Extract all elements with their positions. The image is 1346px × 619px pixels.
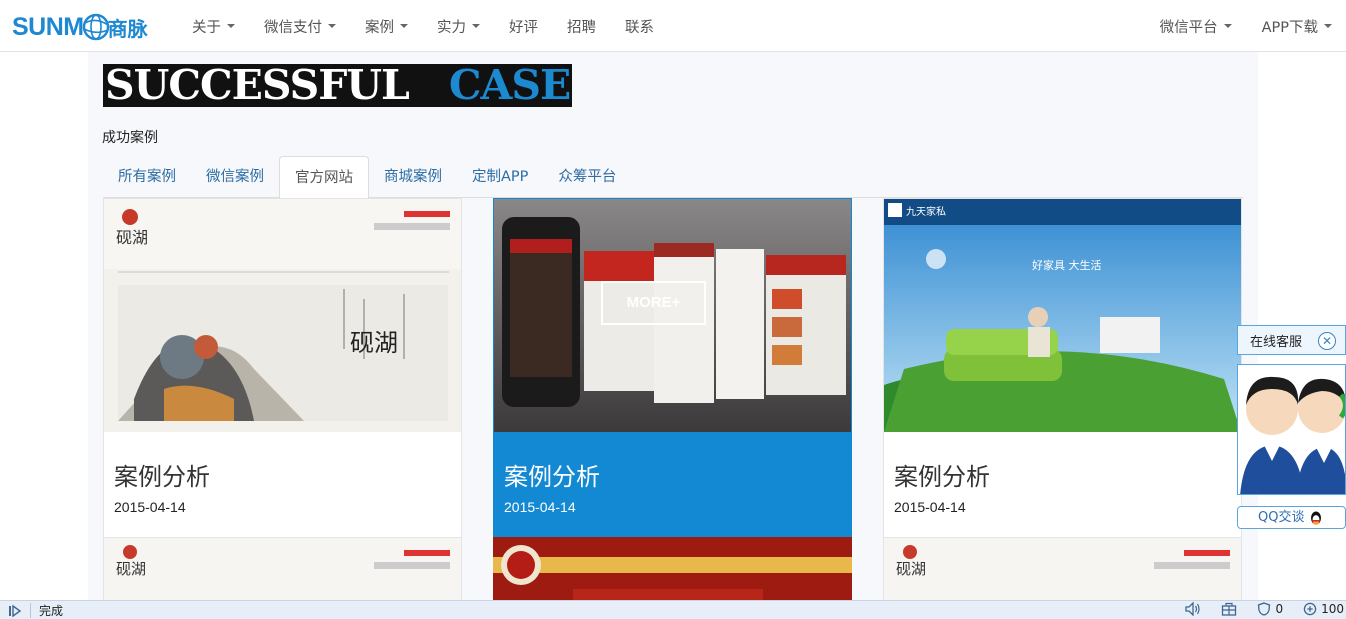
cases-section: SUCCESSFUL CASE 成功案例 所有案例 微信案例 官方网站 商城案例…	[88, 52, 1258, 607]
nav-item-label: APP下载	[1261, 19, 1318, 36]
caret-down-icon	[472, 24, 480, 28]
nav-item-label: 实力	[437, 19, 466, 36]
nav-item-reviews[interactable]: 好评	[509, 16, 538, 37]
close-icon[interactable]: ✕	[1318, 332, 1336, 350]
browser-status-bar: 完成 0 100	[0, 600, 1346, 619]
case-title[interactable]: 案例分析	[504, 457, 600, 492]
nav-item-cases[interactable]: 案例	[365, 16, 408, 37]
tab-mall-cases[interactable]: 商城案例	[369, 156, 457, 198]
caret-down-icon	[227, 24, 235, 28]
extension-icon[interactable]	[1221, 602, 1237, 616]
nav-item-wechat-pay[interactable]: 微信支付	[264, 16, 336, 37]
main-menu: 关于 微信支付 案例 实力 好评 招聘 联系	[192, 0, 683, 52]
nav-item-label: 联系	[625, 19, 654, 36]
adblock-counter[interactable]: 0	[1257, 602, 1283, 616]
zoom-control[interactable]: 100	[1303, 602, 1344, 616]
nav-item-strength[interactable]: 实力	[437, 16, 480, 37]
zoom-level: 100	[1321, 602, 1344, 616]
qq-penguin-icon	[1310, 511, 1322, 525]
brand-logo[interactable]: SUNM 商脉	[12, 12, 148, 42]
speaker-icon[interactable]	[1185, 602, 1201, 616]
online-service-title: 在线客服	[1250, 334, 1303, 350]
tab-all-cases[interactable]: 所有案例	[103, 156, 191, 198]
banner-title-blue: CASE	[412, 64, 573, 107]
case-card[interactable]: 砚湖 砚湖 案例分析 2015-04-14	[103, 198, 462, 538]
qq-chat-label: QQ交谈	[1258, 510, 1305, 525]
case-date: 2015-04-14	[894, 499, 966, 515]
furniture-site-screenshot: 九天家私 好家具 大生活	[884, 199, 1241, 432]
yanhu-site-screenshot: 砚湖	[884, 538, 1241, 606]
qq-chat-button[interactable]: QQ交谈	[1237, 506, 1346, 529]
top-navbar: SUNM 商脉 关于 微信支付 案例 实力 好评 招聘 联系 微信平台 APP下…	[0, 0, 1346, 52]
case-card-highlighted[interactable]: MORE+ 案例分析 2015-04-14	[493, 198, 852, 538]
online-service-widget: 在线客服 ✕ QQ交谈	[1237, 325, 1346, 529]
nav-item-about[interactable]: 关于	[192, 16, 235, 37]
tab-wechat-cases[interactable]: 微信案例	[191, 156, 279, 198]
tab-crowdfunding[interactable]: 众筹平台	[543, 156, 631, 198]
support-agents-illustration	[1238, 365, 1345, 494]
caret-down-icon	[1324, 24, 1332, 28]
section-subtitle: 成功案例	[102, 130, 158, 146]
globe-icon	[82, 13, 109, 41]
thumb-logo-text: 九天家私	[906, 205, 946, 218]
banner-title-dark: SUCCESSFUL	[103, 64, 413, 107]
tab-custom-app[interactable]: 定制APP	[457, 156, 543, 198]
case-thumbnail[interactable]: 九天家私 好家具 大生活	[884, 199, 1241, 432]
thumb-logo-text: 砚湖	[116, 560, 146, 578]
more-button[interactable]: MORE+	[601, 281, 706, 325]
caret-down-icon	[328, 24, 336, 28]
thumb-hero-text: 砚湖	[350, 329, 398, 357]
case-card[interactable]: 砚湖	[103, 537, 462, 607]
nav-item-label: 微信平台	[1159, 19, 1218, 36]
sidebar-toggle-icon[interactable]	[8, 604, 22, 618]
status-text: 完成	[39, 604, 64, 618]
case-card[interactable]: 砚湖	[883, 537, 1242, 607]
status-right: 0 100	[1165, 602, 1344, 616]
nav-item-wechat-platform[interactable]: 微信平台	[1160, 16, 1232, 37]
online-service-header: 在线客服 ✕	[1237, 325, 1346, 355]
nav-right-menu: 微信平台 APP下载	[1130, 0, 1332, 52]
caret-down-icon	[400, 24, 408, 28]
yanhu-site-screenshot: 砚湖 砚湖	[104, 199, 461, 432]
adblock-count: 0	[1275, 602, 1284, 616]
nav-item-jobs[interactable]: 招聘	[567, 16, 596, 37]
status-left: 完成	[8, 602, 63, 619]
case-thumbnail[interactable]: MORE+	[494, 199, 851, 432]
restaurant-site-screenshot	[493, 537, 852, 607]
zoom-in-icon	[1303, 602, 1317, 616]
tab-official-sites[interactable]: 官方网站	[279, 156, 369, 199]
case-title[interactable]: 案例分析	[894, 457, 990, 492]
case-thumbnail[interactable]: 砚湖 砚湖	[104, 199, 461, 432]
thumb-logo-text: 砚湖	[116, 228, 148, 247]
yanhu-site-screenshot: 砚湖	[104, 538, 461, 606]
nav-item-contact[interactable]: 联系	[625, 16, 654, 37]
case-card[interactable]: 九天家私 好家具 大生活 案例分析 2015-04-14	[883, 198, 1242, 538]
shield-icon	[1258, 602, 1271, 616]
nav-item-label: 关于	[192, 19, 221, 36]
thumb-slogan-text: 好家具 大生活	[1032, 258, 1102, 272]
nav-item-label: 好评	[509, 19, 538, 36]
section-banner: SUCCESSFUL CASE	[103, 64, 573, 107]
brand-logo-cn: 商脉	[107, 16, 148, 41]
case-card[interactable]	[493, 537, 852, 607]
nav-item-label: 招聘	[567, 19, 596, 36]
thumb-logo-text: 砚湖	[896, 560, 926, 578]
nav-item-app-download[interactable]: APP下载	[1262, 16, 1332, 37]
case-title[interactable]: 案例分析	[114, 457, 210, 492]
nav-item-label: 案例	[365, 19, 394, 36]
case-date: 2015-04-14	[504, 499, 576, 515]
brand-logo-text: SUNM	[12, 12, 84, 41]
case-tabs: 所有案例 微信案例 官方网站 商城案例 定制APP 众筹平台	[103, 156, 1243, 199]
case-date: 2015-04-14	[114, 499, 186, 515]
divider	[30, 603, 31, 618]
nav-item-label: 微信支付	[264, 19, 322, 36]
support-agents-image[interactable]	[1237, 364, 1346, 495]
caret-down-icon	[1223, 24, 1232, 28]
